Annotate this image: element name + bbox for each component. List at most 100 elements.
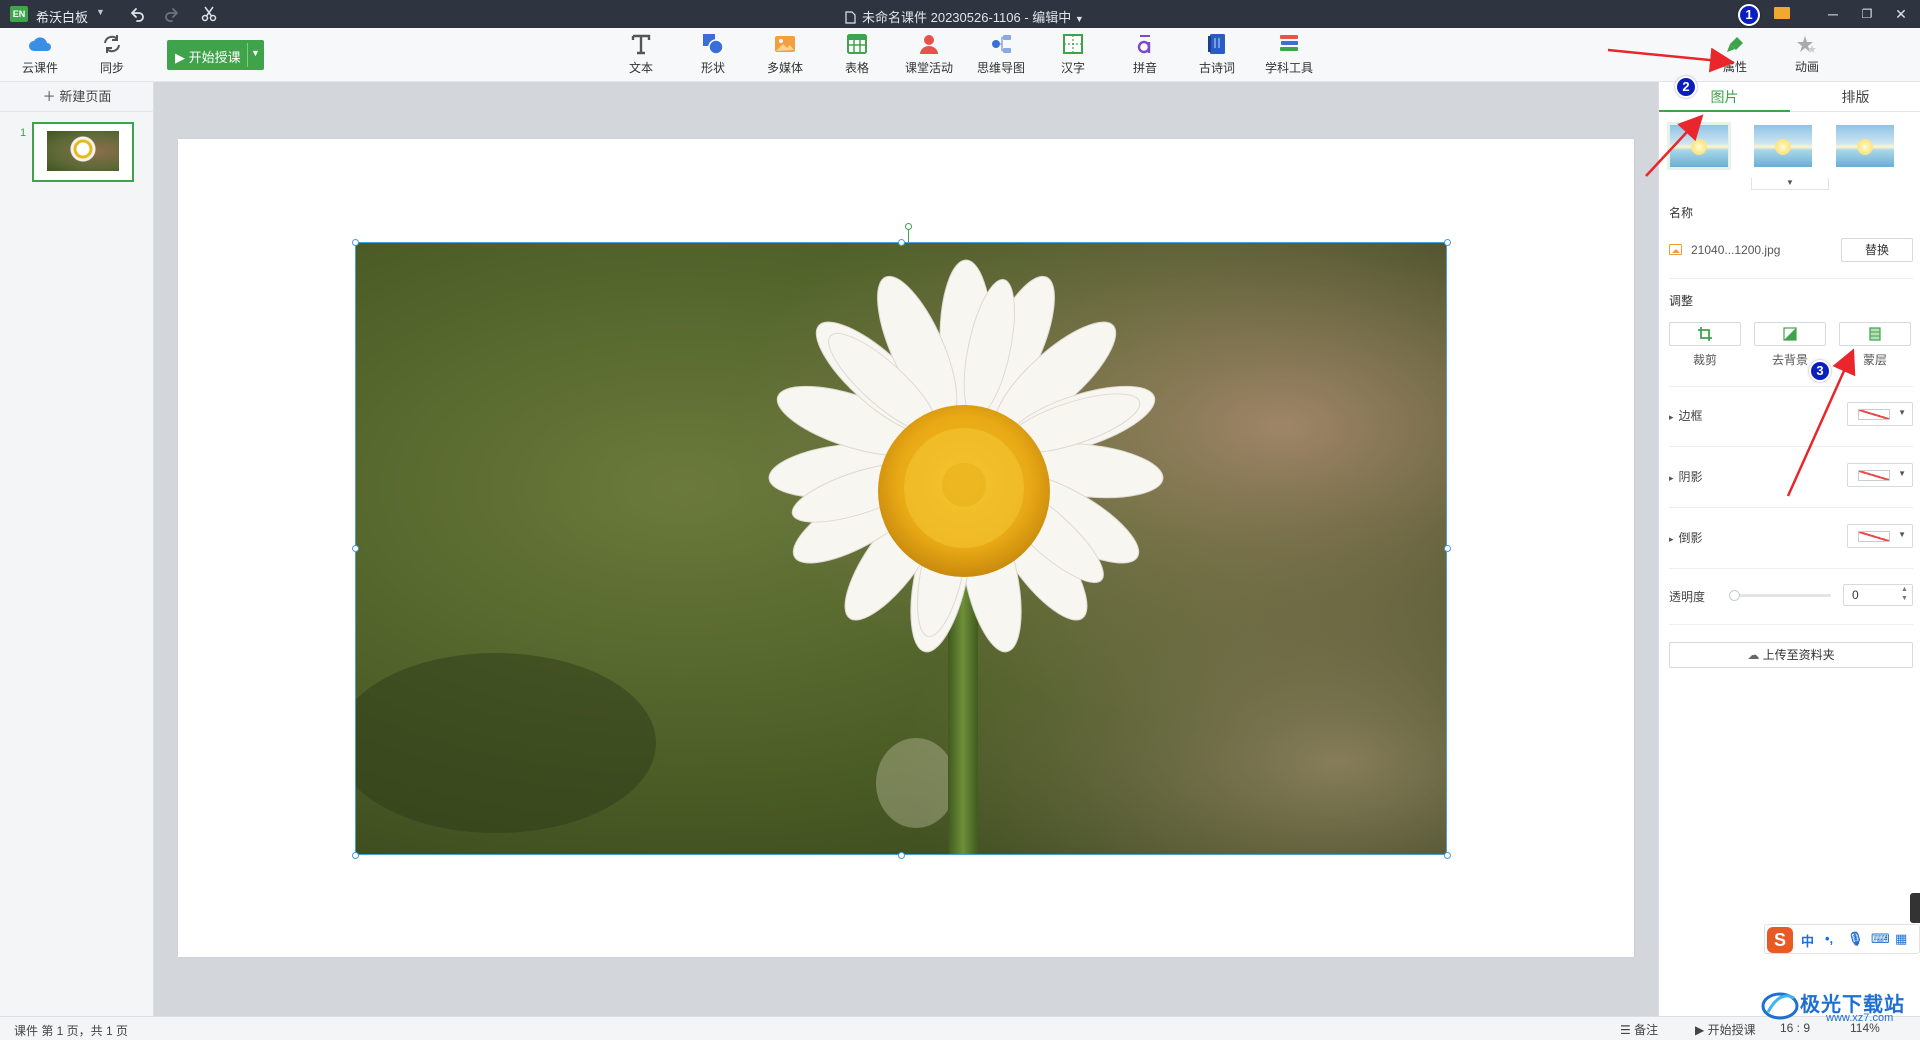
resize-handle-se[interactable] — [1444, 852, 1451, 859]
tab-layout[interactable]: 排版 — [1790, 82, 1920, 112]
tool-text[interactable]: 文本 — [611, 32, 671, 76]
play-icon: ▶ — [175, 50, 189, 65]
resize-handle-nw[interactable] — [352, 239, 359, 246]
upload-to-folder-button[interactable]: ☁ 上传至资料夹 — [1669, 642, 1913, 668]
resize-handle-s[interactable] — [898, 852, 905, 859]
animation-button[interactable]: 动画 — [1777, 34, 1837, 75]
ime-language-toggle[interactable]: 中 — [1801, 931, 1814, 950]
sync-button[interactable]: 同步 — [82, 32, 142, 76]
divider — [1669, 624, 1913, 625]
resize-handle-w[interactable] — [352, 545, 359, 552]
shadow-style-dropdown[interactable]: ▼ — [1847, 463, 1913, 487]
property-tabs: 图片 排版 — [1659, 82, 1920, 112]
slide-page[interactable] — [178, 139, 1634, 957]
divider — [1669, 568, 1913, 569]
statusbar-start-teaching-button[interactable]: ▶ 开始授课 — [1695, 1021, 1756, 1038]
start-teaching-button[interactable]: ▶ 开始授课 ▼ — [167, 40, 264, 70]
close-button[interactable]: ✕ — [1890, 4, 1912, 24]
minimize-button[interactable]: ─ — [1822, 4, 1844, 24]
resize-handle-sw[interactable] — [352, 852, 359, 859]
image-style-preset-1[interactable] — [1667, 122, 1731, 170]
cloud-courseware-label: 云课件 — [21, 61, 58, 75]
sogou-ime-logo[interactable]: S — [1767, 927, 1793, 953]
preset-thumbnail — [1836, 125, 1894, 167]
page-info: 课件 第 1 页，共 1 页 — [14, 1024, 129, 1038]
rotate-handle-line — [908, 228, 909, 242]
tool-pinyin[interactable]: 拼音 — [1115, 32, 1175, 76]
statusbar-start-label: 开始授课 — [1707, 1023, 1756, 1037]
ime-punctuation-icon[interactable]: •, — [1825, 931, 1833, 946]
restore-button[interactable]: ❐ — [1856, 4, 1878, 24]
opacity-slider-knob[interactable] — [1729, 590, 1740, 601]
app-menu-caret-icon[interactable]: ▼ — [96, 7, 105, 17]
cloud-icon — [29, 37, 51, 51]
image-style-preset-2[interactable] — [1751, 122, 1815, 170]
tool-text-label: 文本 — [628, 61, 653, 75]
slide-thumbnail[interactable] — [32, 122, 134, 182]
app-menu[interactable]: 希沃白板 — [36, 7, 88, 26]
hanzi-icon — [1063, 34, 1083, 54]
editor-canvas — [155, 82, 1657, 1016]
mask-button[interactable] — [1839, 322, 1911, 346]
tool-ancient-poetry-label: 古诗词 — [1198, 61, 1235, 75]
ime-microphone-icon[interactable]: 🎙 — [1847, 931, 1864, 947]
subject-tools-icon — [1280, 35, 1298, 51]
ime-menu-icon[interactable]: ▦ — [1895, 931, 1907, 947]
properties-button[interactable]: 属性 — [1705, 34, 1765, 75]
border-row[interactable]: 边框 ▼ — [1669, 402, 1913, 426]
app-logo: EN — [10, 6, 28, 22]
undo-icon[interactable] — [128, 5, 146, 23]
new-page-button[interactable]: ＋ 新建页面 — [0, 82, 154, 112]
start-options-dropdown-icon[interactable]: ▼ — [251, 48, 260, 58]
tool-mind-map[interactable]: 思维导图 — [971, 32, 1031, 76]
opacity-slider[interactable] — [1731, 594, 1831, 597]
resize-handle-e[interactable] — [1444, 545, 1451, 552]
cut-icon[interactable] — [200, 5, 218, 23]
tool-ancient-poetry[interactable]: 古诗词 — [1187, 32, 1247, 76]
mindmap-icon — [992, 35, 1011, 53]
notes-button[interactable]: ☰ 备注 — [1620, 1021, 1658, 1038]
remove-background-button[interactable] — [1754, 322, 1826, 346]
tool-shape[interactable]: 形状 — [683, 32, 743, 76]
tool-shape-label: 形状 — [700, 61, 725, 75]
cloud-courseware-button[interactable]: 云课件 — [10, 32, 70, 76]
activity-icon — [920, 35, 938, 54]
border-style-dropdown[interactable]: ▼ — [1847, 402, 1913, 426]
table-icon — [847, 34, 867, 54]
divider — [1669, 386, 1913, 387]
new-page-label: 新建页面 — [59, 89, 112, 104]
tool-classroom-activity[interactable]: 课堂活动 — [899, 32, 959, 76]
mail-icon[interactable] — [1774, 7, 1790, 19]
annotation-badge-2: 2 — [1675, 76, 1697, 98]
reflection-style-dropdown[interactable]: ▼ — [1847, 524, 1913, 548]
resize-handle-ne[interactable] — [1444, 239, 1451, 246]
remove-background-icon — [1783, 327, 1797, 341]
ime-toolbar: S 中 •, 🎙 ⌨ ▦ — [1764, 924, 1920, 954]
replace-button[interactable]: 替换 — [1841, 238, 1913, 262]
tool-hanzi[interactable]: 汉字 — [1043, 32, 1103, 76]
redo-icon[interactable] — [163, 5, 181, 23]
resize-handle-n[interactable] — [898, 239, 905, 246]
opacity-spinner-icon[interactable]: ▲ ▼ — [1901, 585, 1908, 603]
tool-media[interactable]: 多媒体 — [755, 32, 815, 76]
crop-icon — [1698, 327, 1712, 341]
document-title[interactable]: 未命名课件 20230526-1106 - 编辑中 ▼ — [845, 7, 1084, 26]
daisy-image[interactable] — [355, 242, 1447, 855]
start-teaching-text: 开始授课 — [188, 50, 241, 65]
file-name: 21040...1200.jpg — [1691, 243, 1781, 257]
image-style-preset-3[interactable] — [1833, 122, 1897, 170]
no-border-swatch — [1858, 409, 1890, 420]
tool-table[interactable]: 表格 — [827, 32, 887, 76]
rotate-handle[interactable] — [905, 223, 912, 230]
plus-icon: ＋ — [42, 89, 56, 104]
shadow-row[interactable]: 阴影 ▼ — [1669, 463, 1913, 487]
ime-keyboard-icon[interactable]: ⌨ — [1871, 931, 1890, 947]
crop-button[interactable] — [1669, 322, 1741, 346]
tool-media-label: 多媒体 — [766, 61, 803, 75]
annotation-badge-3: 3 — [1809, 360, 1831, 382]
reflection-row[interactable]: 倒影 ▼ — [1669, 524, 1913, 548]
tool-subject-tools[interactable]: 学科工具 — [1259, 32, 1319, 76]
adjust-section-title: 调整 — [1669, 294, 1694, 308]
play-icon: ▶ — [1695, 1023, 1708, 1037]
more-presets-dropdown-icon[interactable]: ▼ — [1751, 178, 1829, 190]
